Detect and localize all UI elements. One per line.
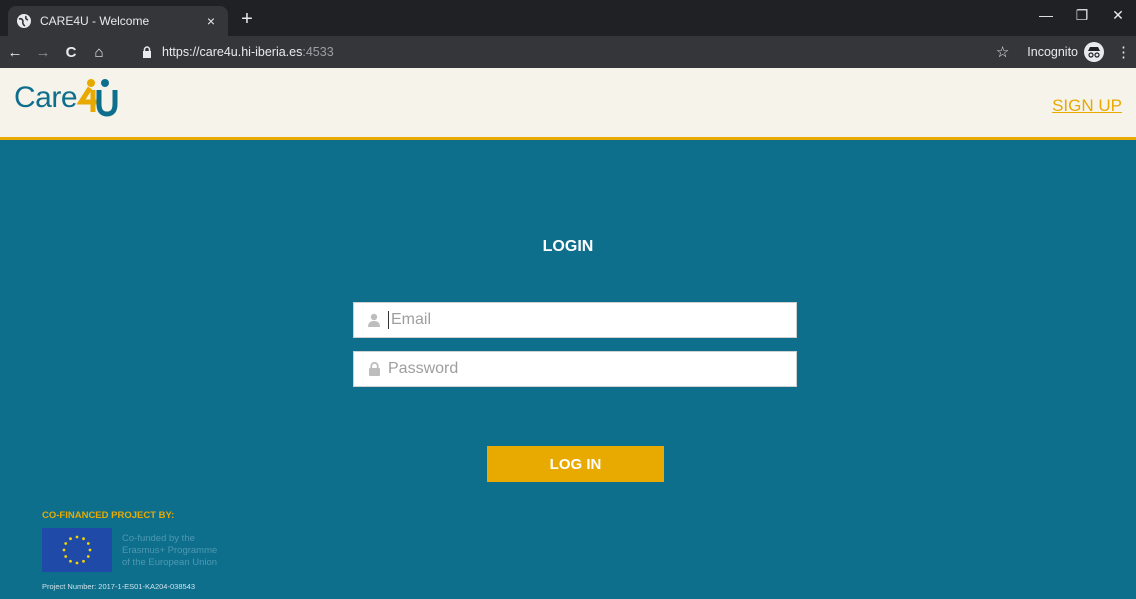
eu-funding-text: Co-funded by the Erasmus+ Programme of t… [122, 533, 217, 569]
browser-toolbar: ← → C ⌂ https://care4u.hi-iberia.es:4533… [0, 36, 1136, 68]
globe-icon [16, 13, 32, 29]
password-field[interactable] [353, 351, 797, 387]
lock-icon [142, 46, 152, 58]
back-icon[interactable]: ← [2, 39, 28, 65]
lock-field-icon [366, 361, 382, 377]
window-controls: — ❐ ✕ [1028, 0, 1136, 30]
minimize-icon[interactable]: — [1028, 0, 1064, 30]
email-input[interactable] [388, 311, 768, 329]
sign-up-link[interactable]: SIGN UP [1052, 96, 1122, 116]
eu-text-line-3: of the European Union [122, 557, 218, 568]
tab-close-icon[interactable]: × [202, 13, 220, 29]
eu-text-line-2: Erasmus+ Programme [122, 545, 218, 556]
forward-icon[interactable]: → [30, 39, 56, 65]
url-text: https://care4u.hi-iberia.es:4533 [162, 45, 334, 59]
home-icon[interactable]: ⌂ [86, 39, 112, 65]
eu-text-line-1: Co-funded by the [122, 533, 195, 544]
address-bar[interactable]: https://care4u.hi-iberia.es:4533 [132, 39, 1012, 65]
toolbar-right: ☆ Incognito ⋮ [996, 36, 1131, 68]
new-tab-button[interactable]: + [236, 8, 258, 30]
eu-flag-icon [42, 528, 112, 572]
project-number: Project Number: 2017-1-ES01-KA204-038543 [42, 582, 196, 591]
url-port: :4533 [302, 45, 334, 59]
restore-icon[interactable]: ❐ [1064, 0, 1100, 30]
browser-tab[interactable]: CARE4U - Welcome × [8, 6, 228, 36]
browser-menu-icon[interactable]: ⋮ [1116, 43, 1131, 61]
tab-title: CARE4U - Welcome [40, 14, 150, 28]
url-main: https://care4u.hi-iberia.es [162, 45, 303, 59]
reload-icon[interactable]: C [58, 39, 84, 65]
browser-tab-strip: CARE4U - Welcome × + — ❐ ✕ [0, 0, 1136, 36]
user-icon [366, 312, 382, 328]
close-window-icon[interactable]: ✕ [1100, 0, 1136, 30]
cofinanced-label: CO-FINANCED PROJECT BY: [42, 510, 175, 521]
password-input[interactable] [388, 360, 768, 378]
logo-text: Care [14, 81, 78, 114]
logo-4u-mark-icon [77, 79, 118, 117]
incognito-label: Incognito [1027, 45, 1078, 59]
email-field[interactable] [353, 302, 797, 338]
care4u-logo[interactable]: Care [14, 78, 119, 118]
site-header: Care SIGN UP [0, 68, 1136, 140]
bookmark-star-icon[interactable]: ☆ [996, 43, 1009, 61]
incognito-icon[interactable] [1084, 42, 1104, 62]
login-title: LOGIN [542, 238, 594, 255]
log-in-button[interactable]: LOG IN [487, 446, 664, 482]
